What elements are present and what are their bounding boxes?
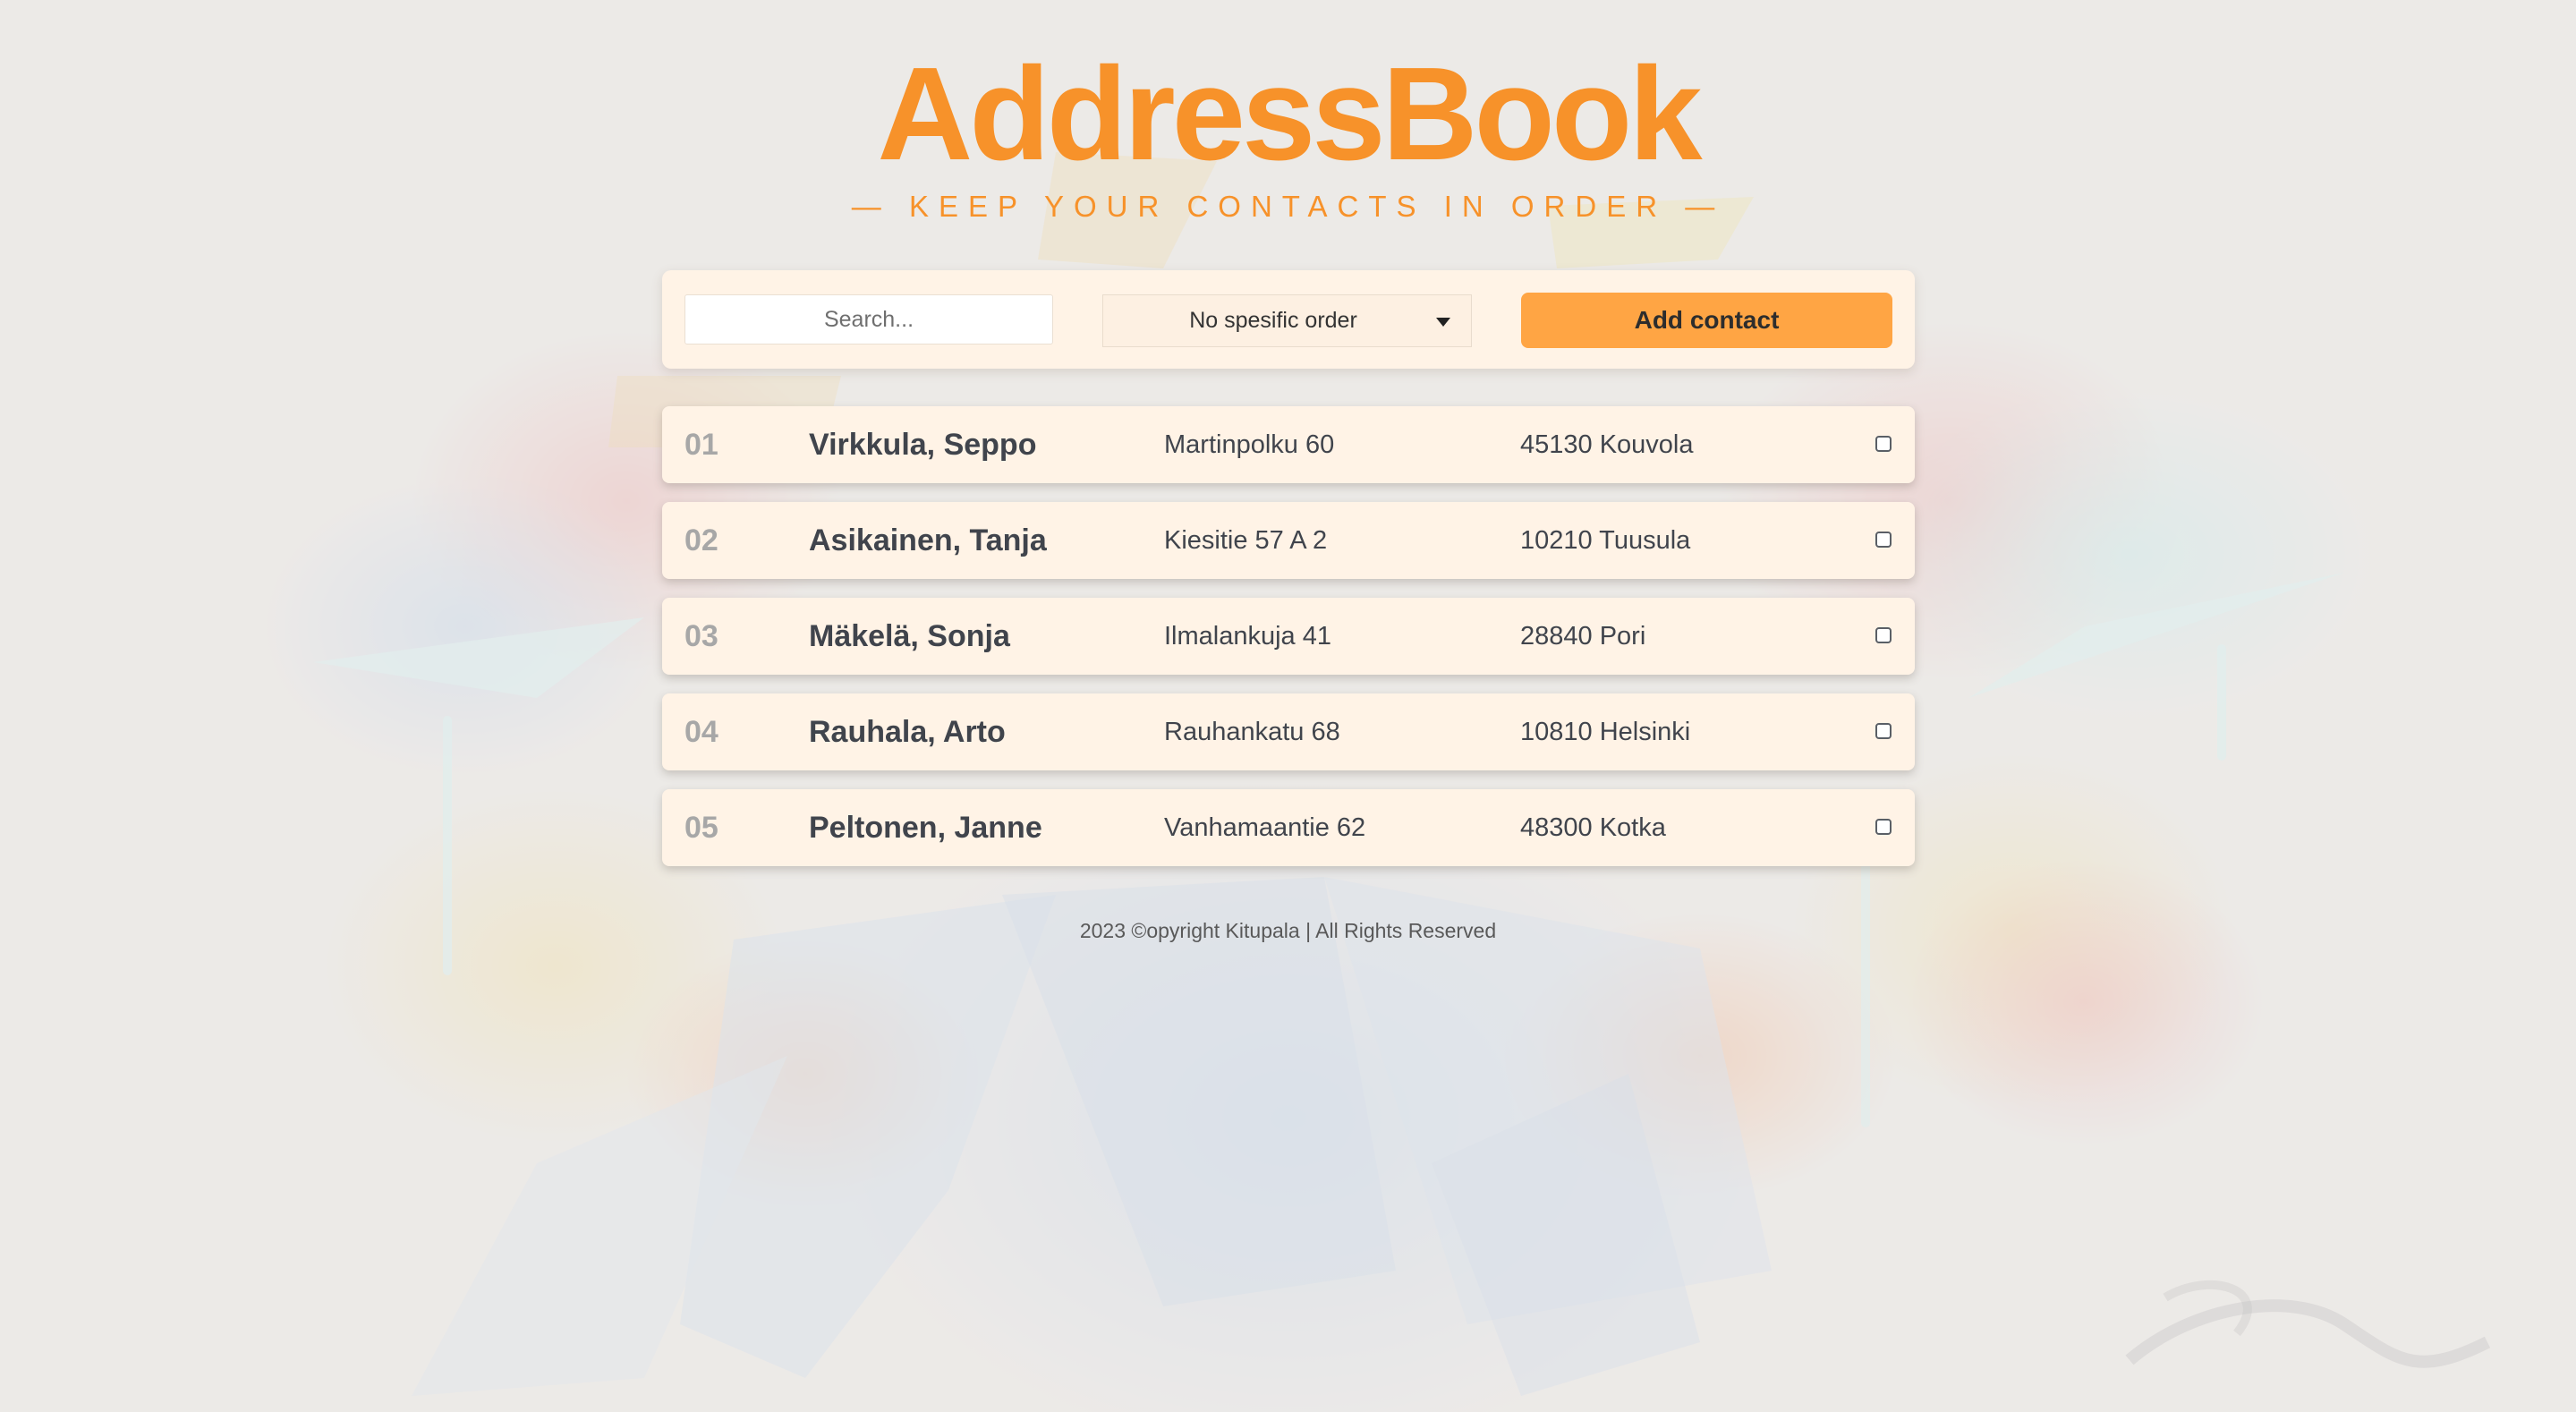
sort-order-select[interactable]: No spesific order <box>1102 294 1472 347</box>
contact-name: Rauhala, Arto <box>809 715 1006 749</box>
contact-postal-city: 48300 Kotka <box>1520 813 1666 842</box>
chevron-down-icon <box>1436 318 1450 327</box>
search-input[interactable] <box>684 294 1053 344</box>
contact-postal-city: 45130 Kouvola <box>1520 430 1694 459</box>
contact-postal-city: 10210 Tuusula <box>1520 526 1691 555</box>
footer-copyright: 2023 ©opyright Kitupala | All Rights Res… <box>1079 919 1497 942</box>
contact-select-checkbox[interactable] <box>1875 436 1892 452</box>
contact-street: Vanhamaantie 62 <box>1164 813 1366 842</box>
sort-order-selected-label: No spesific order <box>1189 308 1357 333</box>
contact-name: Peltonen, Janne <box>809 811 1042 845</box>
app-tagline: — KEEP YOUR CONTACTS IN ORDER — <box>851 190 1725 223</box>
contact-name: Virkkula, Seppo <box>809 428 1037 462</box>
contact-street: Martinpolku 60 <box>1164 430 1335 459</box>
add-contact-button[interactable]: Add contact <box>1521 293 1892 348</box>
contact-number: 01 <box>684 428 718 462</box>
toolbar: No spesific order Add contact <box>662 270 1915 369</box>
contact-list: 01 Virkkula, Seppo Martinpolku 60 45130 … <box>662 406 1915 885</box>
contact-row[interactable]: 02 Asikainen, Tanja Kiesitie 57 A 2 1021… <box>662 502 1915 579</box>
contact-select-checkbox[interactable] <box>1875 627 1892 643</box>
app-header: AddressBook — KEEP YOUR CONTACTS IN ORDE… <box>0 43 2576 224</box>
contact-street: Kiesitie 57 A 2 <box>1164 526 1328 555</box>
contact-number: 05 <box>684 811 718 845</box>
contact-row[interactable]: 01 Virkkula, Seppo Martinpolku 60 45130 … <box>662 406 1915 483</box>
contact-street: Ilmalankuja 41 <box>1164 622 1331 651</box>
contact-number: 04 <box>684 715 718 749</box>
contact-row[interactable]: 04 Rauhala, Arto Rauhankatu 68 10810 Hel… <box>662 693 1915 770</box>
contact-number: 02 <box>684 523 718 557</box>
contact-select-checkbox[interactable] <box>1875 723 1892 739</box>
contact-number: 03 <box>684 619 718 653</box>
contact-row[interactable]: 03 Mäkelä, Sonja Ilmalankuja 41 28840 Po… <box>662 598 1915 675</box>
contact-name: Mäkelä, Sonja <box>809 619 1010 653</box>
app-title: AddressBook <box>877 40 1702 188</box>
contact-street: Rauhankatu 68 <box>1164 718 1340 746</box>
contact-postal-city: 28840 Pori <box>1520 622 1646 651</box>
contact-select-checkbox[interactable] <box>1875 819 1892 835</box>
contact-postal-city: 10810 Helsinki <box>1520 718 1691 746</box>
contact-name: Asikainen, Tanja <box>809 523 1047 557</box>
contact-select-checkbox[interactable] <box>1875 532 1892 548</box>
contact-row[interactable]: 05 Peltonen, Janne Vanhamaantie 62 48300… <box>662 789 1915 866</box>
